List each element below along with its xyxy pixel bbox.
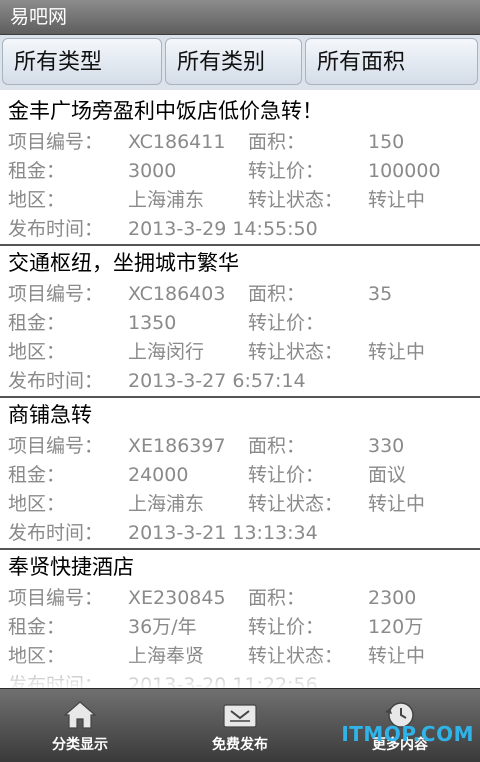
- label-rent: 租金：: [8, 616, 66, 638]
- listing-price: 120万: [368, 616, 424, 638]
- filter-area-button[interactable]: 所有面积: [305, 38, 478, 85]
- label-price: 转让价：: [248, 464, 325, 486]
- label-status: 转让状态：: [248, 189, 344, 211]
- listing-rent: 3000: [128, 160, 177, 182]
- list-item[interactable]: 商铺急转 项目编号： XE186397 面积： 330 租金： 24000 转让价： 面议 …: [0, 398, 480, 550]
- listing-id: XE230845: [128, 587, 226, 609]
- listing-title: 商铺急转: [8, 403, 92, 427]
- listing-region: 上海浦东: [128, 189, 205, 211]
- label-time: 发布时间：: [8, 522, 104, 544]
- listing-id: XC186411: [128, 131, 226, 153]
- listing-region: 上海闵行: [128, 341, 205, 363]
- listing-status: 转让中: [368, 341, 426, 363]
- filter-bar: 所有类型 所有类别 所有面积: [0, 35, 480, 90]
- label-id: 项目编号：: [8, 283, 104, 305]
- listing-price: [368, 309, 472, 338]
- label-area: 面积：: [248, 435, 306, 457]
- listing-region: 上海奉贤: [128, 645, 205, 667]
- label-time: 发布时间：: [8, 370, 104, 392]
- tab-category-view[interactable]: 分类显示: [0, 689, 160, 762]
- listing-status: 转让中: [368, 189, 426, 211]
- listing-rent: 1350: [128, 312, 177, 334]
- label-status: 转让状态：: [248, 493, 344, 515]
- listing-region: 上海浦东: [128, 493, 205, 515]
- listing-area: 35: [368, 283, 393, 305]
- listing-list[interactable]: 金丰广场旁盈利中饭店低价急转！ 项目编号： XC186411 面积： 150 租金： 3…: [0, 94, 480, 688]
- list-item[interactable]: 金丰广场旁盈利中饭店低价急转！ 项目编号： XC186411 面积： 150 租金： 3…: [0, 94, 480, 246]
- listing-rent: 24000: [128, 464, 189, 486]
- listing-time: 2013-3-21 13:13:34: [128, 522, 318, 544]
- listing-title: 奉贤快捷酒店: [8, 555, 134, 579]
- listing-time: 2013-3-29 14:55:50: [128, 218, 318, 240]
- label-region: 地区：: [8, 341, 66, 363]
- label-price: 转让价：: [248, 312, 325, 334]
- listing-area: 330: [368, 435, 405, 457]
- label-price: 转让价：: [248, 160, 325, 182]
- listing-id: XC186403: [128, 283, 226, 305]
- listing-price: 100000: [368, 160, 441, 182]
- label-status: 转让状态：: [248, 341, 344, 363]
- label-id: 项目编号：: [8, 435, 104, 457]
- label-region: 地区：: [8, 645, 66, 667]
- label-region: 地区：: [8, 189, 66, 211]
- label-id: 项目编号：: [8, 131, 104, 153]
- listing-title: 金丰广场旁盈利中饭店低价急转！: [8, 99, 323, 123]
- app-title-bar: 易吧网: [0, 0, 480, 35]
- label-id: 项目编号：: [8, 587, 104, 609]
- label-time: 发布时间：: [8, 218, 104, 240]
- listing-time: 2013-3-27 6:57:14: [128, 370, 306, 392]
- list-item[interactable]: 奉贤快捷酒店 项目编号： XE230845 面积： 2300 租金： 36万/年 转让价：…: [0, 550, 480, 688]
- listing-status: 转让中: [368, 493, 426, 515]
- tab-label: 免费发布: [212, 737, 268, 753]
- listing-price: 面议: [368, 464, 407, 486]
- listing-area: 2300: [368, 587, 417, 609]
- label-area: 面积：: [248, 587, 306, 609]
- listing-area: 150: [368, 131, 405, 153]
- label-price: 转让价：: [248, 616, 325, 638]
- label-area: 面积：: [248, 283, 306, 305]
- label-time: 发布时间：: [8, 674, 104, 688]
- listing-title: 交通枢纽，坐拥城市繁华: [8, 251, 239, 275]
- list-item[interactable]: 交通枢纽，坐拥城市繁华 项目编号： XC186403 面积： 35 租金： 1350 转让…: [0, 246, 480, 398]
- filter-type-button[interactable]: 所有类型: [2, 38, 162, 85]
- label-rent: 租金：: [8, 160, 66, 182]
- listing-id: XE186397: [128, 435, 226, 457]
- label-region: 地区：: [8, 493, 66, 515]
- app-title: 易吧网: [10, 6, 68, 28]
- tab-label: 分类显示: [52, 737, 108, 753]
- watermark-text: ITMOP.COM: [341, 722, 474, 746]
- label-rent: 租金：: [8, 312, 66, 334]
- tab-free-post[interactable]: 免费发布: [160, 689, 320, 762]
- label-rent: 租金：: [8, 464, 66, 486]
- label-area: 面积：: [248, 131, 306, 153]
- filter-category-button[interactable]: 所有类别: [165, 38, 302, 85]
- label-status: 转让状态：: [248, 645, 344, 667]
- tray-icon: [223, 704, 257, 728]
- listing-time: 2013-3-20 11:22:56: [128, 674, 318, 688]
- listing-rent: 36万/年: [128, 616, 197, 638]
- home-icon: [63, 701, 97, 729]
- listing-status: 转让中: [368, 645, 426, 667]
